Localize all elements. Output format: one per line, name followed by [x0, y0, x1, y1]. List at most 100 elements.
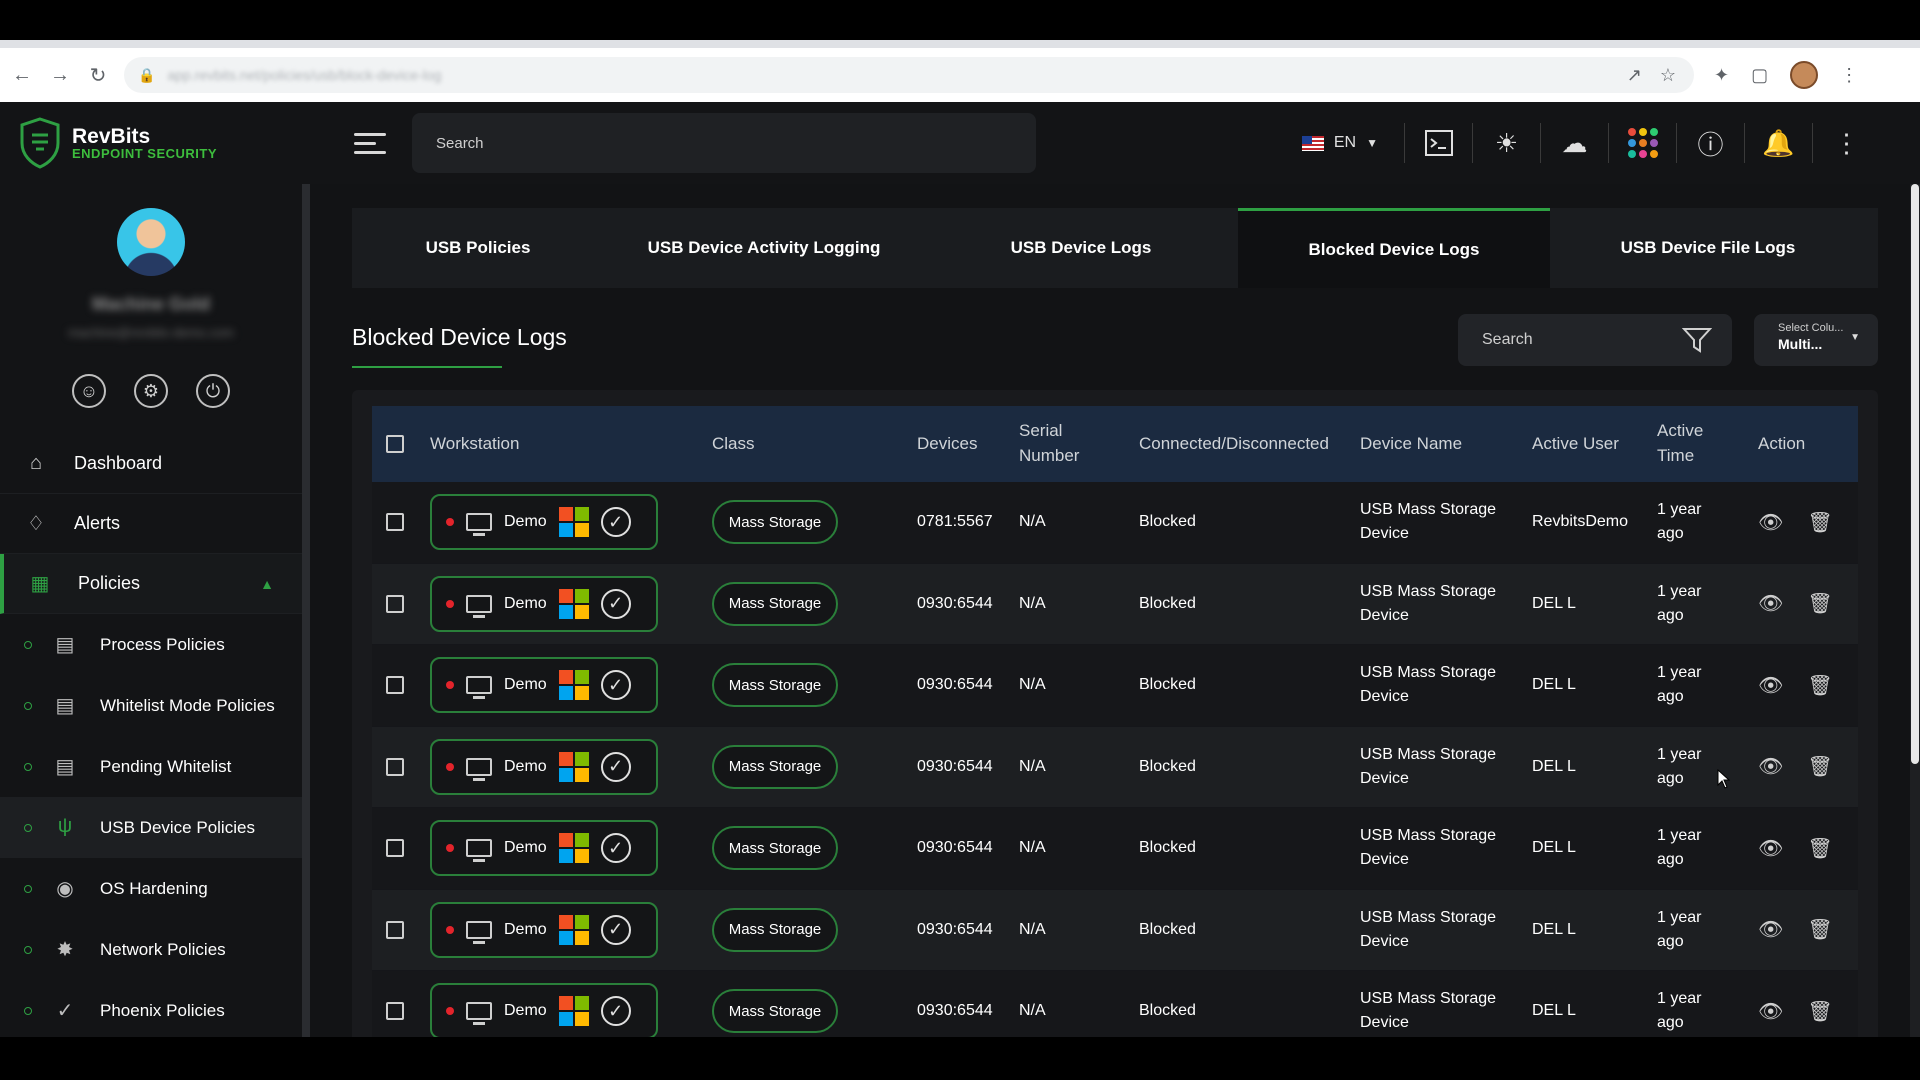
apps-grid-icon[interactable] — [1608, 123, 1676, 163]
more-menu-icon[interactable]: ⋮ — [1812, 123, 1880, 163]
address-bar[interactable]: 🔒 app.revbits.net/policies/usb/block-dev… — [124, 57, 1694, 93]
row-checkbox[interactable] — [386, 757, 404, 776]
row-checkbox[interactable] — [386, 839, 404, 858]
global-search-input[interactable]: Search — [412, 113, 1036, 173]
row-checkbox[interactable] — [386, 594, 404, 613]
power-icon[interactable]: ⏻ — [196, 374, 230, 408]
sidebar-subitem-process-policies[interactable]: ▤ Process Policies — [0, 614, 302, 675]
user-account-icon[interactable]: ☺ — [72, 374, 106, 408]
browser-toolbar: ← → ↻ 🔒 app.revbits.net/policies/usb/blo… — [0, 48, 1920, 102]
extensions-icon[interactable]: ✦ — [1714, 65, 1729, 86]
sidebar-subitem-network-policies[interactable]: ✸ Network Policies — [0, 919, 302, 980]
sidebar-item-alerts[interactable]: ♢ Alerts — [0, 494, 302, 554]
usb-icon: ψ — [57, 814, 73, 837]
select-all-checkbox[interactable] — [386, 435, 404, 453]
workstation-pill[interactable]: Demo ✓ — [430, 901, 658, 958]
table-body: Demo ✓ Mass Storage 0781:5567 N/A Blocke… — [372, 482, 1858, 1050]
table-row: Demo ✓ Mass Storage 0930:6544 N/A Blocke… — [372, 563, 1858, 645]
tab-usb-device-file-logs[interactable]: USB Device File Logs — [1550, 208, 1866, 288]
brand-logo[interactable]: RevBits ENDPOINT SECURITY — [18, 117, 318, 169]
devices-cell: 0930:6544 — [917, 839, 993, 857]
sidebar-subitem-label: OS Hardening — [100, 878, 208, 898]
workstation-pill[interactable]: Demo ✓ — [430, 820, 658, 877]
trash-icon[interactable]: 🗑 — [1807, 673, 1832, 698]
workstation-pill[interactable]: Demo ✓ — [430, 738, 658, 795]
device-name-cell: USB Mass Storage Device — [1360, 906, 1532, 954]
column-header-active-user[interactable]: Active User — [1532, 432, 1657, 457]
table-row: Demo ✓ Mass Storage 0930:6544 N/A Blocke… — [372, 808, 1858, 890]
active-user-cell: DEL L — [1532, 594, 1576, 612]
sidebar-subitem-phoenix-policies[interactable]: ✓ Phoenix Policies — [0, 980, 302, 1041]
star-icon[interactable]: ☆ — [1660, 65, 1676, 86]
trash-icon[interactable]: 🗑 — [1807, 836, 1832, 861]
column-header-class[interactable]: Class — [712, 432, 917, 457]
sidebar-subitem-os-hardening[interactable]: ◉ OS Hardening — [0, 858, 302, 919]
devices-cell: 0930:6544 — [917, 594, 993, 612]
workstation-pill[interactable]: Demo ✓ — [430, 657, 658, 714]
share-icon[interactable]: ↗ — [1627, 65, 1642, 86]
trash-icon[interactable]: 🗑 — [1807, 999, 1832, 1024]
view-eye-icon[interactable]: 👁 — [1758, 510, 1783, 535]
language-selector[interactable]: EN ▼ — [1301, 134, 1378, 152]
page-scrollbar[interactable] — [1910, 184, 1920, 1037]
active-time-line: 1 year — [1657, 745, 1702, 763]
gear-icon[interactable]: ⚙ — [134, 374, 168, 408]
side-panel-icon[interactable]: ▢ — [1751, 65, 1768, 86]
sidebar-item-dashboard[interactable]: ⌂ Dashboard — [0, 434, 302, 494]
cloud-icon[interactable]: ☁ — [1540, 123, 1608, 163]
column-header-connected[interactable]: Connected/Disconnected — [1139, 432, 1360, 457]
browser-profile-avatar[interactable] — [1790, 61, 1819, 89]
view-eye-icon[interactable]: 👁 — [1758, 999, 1783, 1024]
column-header-devices[interactable]: Devices — [917, 432, 1019, 457]
offline-status-dot — [446, 925, 454, 934]
sidebar-item-policies[interactable]: ▦ Policies ▲ — [0, 554, 302, 614]
view-eye-icon[interactable]: 👁 — [1758, 836, 1783, 861]
column-header-serial-number[interactable]: Serial Number — [1019, 419, 1139, 468]
serial-number-cell: N/A — [1019, 676, 1046, 694]
trash-icon[interactable]: 🗑 — [1807, 591, 1832, 616]
column-header-device-name[interactable]: Device Name — [1360, 432, 1532, 457]
tab-usb-device-activity-logging[interactable]: USB Device Activity Logging — [604, 208, 924, 288]
menu-toggle-icon[interactable] — [354, 132, 386, 154]
sidebar-subitem-whitelist-mode-policies[interactable]: ▤ Whitelist Mode Policies — [0, 675, 302, 736]
tab-blocked-device-logs[interactable]: Blocked Device Logs — [1238, 208, 1550, 288]
view-eye-icon[interactable]: 👁 — [1758, 754, 1783, 779]
tab-usb-policies[interactable]: USB Policies — [352, 208, 604, 288]
row-checkbox[interactable] — [386, 676, 404, 695]
hardening-icon: ◉ — [56, 877, 74, 900]
column-select-dropdown[interactable]: Select Colu... Multi... ▼ — [1754, 314, 1878, 366]
notification-bell-icon[interactable]: 🔔 — [1744, 123, 1812, 163]
trash-icon[interactable]: 🗑 — [1807, 754, 1832, 779]
workstation-pill[interactable]: Demo ✓ — [430, 983, 658, 1040]
workstation-pill[interactable]: Demo ✓ — [430, 575, 658, 632]
windows-logo-icon — [558, 588, 589, 619]
table-search-input[interactable]: Search — [1458, 314, 1732, 366]
sidebar-subitem-usb-device-policies[interactable]: ψ USB Device Policies — [0, 797, 302, 858]
column-header-workstation[interactable]: Workstation — [430, 432, 712, 457]
terminal-icon[interactable] — [1404, 123, 1472, 163]
back-icon[interactable]: ← — [6, 59, 38, 91]
browser-menu-icon[interactable]: ⋮ — [1840, 65, 1858, 86]
row-checkbox[interactable] — [386, 1002, 404, 1021]
device-name-line: Device — [1360, 688, 1409, 706]
reload-icon[interactable]: ↻ — [82, 59, 114, 91]
active-time-line: 1 year — [1657, 827, 1702, 845]
tab-usb-device-logs[interactable]: USB Device Logs — [924, 208, 1238, 288]
view-eye-icon[interactable]: 👁 — [1758, 673, 1783, 698]
forward-icon[interactable]: → — [44, 59, 76, 91]
offline-status-dot — [446, 681, 454, 690]
theme-toggle-icon[interactable]: ☀ — [1472, 123, 1540, 163]
row-checkbox[interactable] — [386, 513, 404, 532]
info-icon[interactable]: ⓘ — [1676, 123, 1744, 163]
device-name-cell: USB Mass Storage Device — [1360, 661, 1532, 709]
filter-icon[interactable] — [1682, 326, 1712, 354]
avatar[interactable] — [117, 208, 185, 276]
sidebar-subitem-pending-whitelist[interactable]: ▤ Pending Whitelist — [0, 736, 302, 797]
row-checkbox[interactable] — [386, 920, 404, 939]
column-header-active-time[interactable]: Active Time — [1657, 419, 1758, 468]
trash-icon[interactable]: 🗑 — [1807, 510, 1832, 535]
view-eye-icon[interactable]: 👁 — [1758, 591, 1783, 616]
workstation-pill[interactable]: Demo ✓ — [430, 494, 658, 551]
view-eye-icon[interactable]: 👁 — [1758, 917, 1783, 942]
trash-icon[interactable]: 🗑 — [1807, 917, 1832, 942]
